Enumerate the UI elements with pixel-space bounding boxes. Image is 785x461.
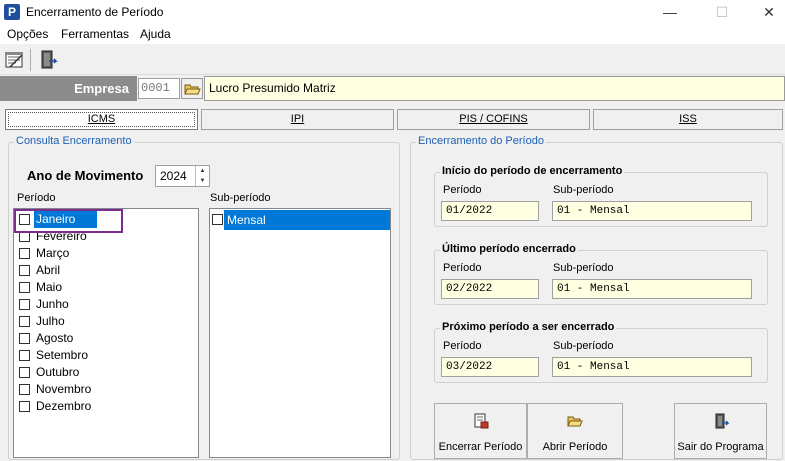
month-label: Outubro (36, 365, 79, 379)
ultimo-subperiodo-field: 01 - Mensal (552, 279, 752, 299)
spin-down-icon[interactable]: ▼ (195, 176, 209, 186)
checkbox[interactable] (19, 384, 30, 395)
empresa-label: Empresa (0, 76, 137, 101)
list-item[interactable]: Mensal (210, 210, 390, 230)
tab-ipi[interactable]: IPI (201, 109, 394, 130)
sair-programa-button[interactable]: Sair do Programa (674, 403, 767, 459)
list-item[interactable]: Março (14, 245, 198, 262)
checkbox[interactable] (19, 367, 30, 378)
ultimo-title: Último período encerrado (440, 243, 578, 255)
menu-ajuda[interactable]: Ajuda (140, 27, 171, 41)
list-item[interactable]: Dezembro (14, 398, 198, 415)
month-label: Julho (36, 314, 65, 328)
open-folder-icon (566, 412, 584, 430)
toolbar (0, 45, 785, 75)
checkbox[interactable] (19, 282, 30, 293)
subperiodo-label: Sub-período (553, 340, 614, 352)
subperiodo-label: Sub-período (210, 192, 271, 204)
sair-label: Sair do Programa (675, 441, 766, 453)
tab-iss[interactable]: ISS (593, 109, 783, 130)
ultimo-periodo-field: 02/2022 (441, 279, 539, 299)
exit-door-icon (712, 412, 730, 430)
list-item[interactable]: Agosto (14, 330, 198, 347)
empresa-name-field: Lucro Presumido Matriz (204, 76, 785, 101)
app-logo-icon: P (4, 4, 20, 20)
encerrar-label: Encerrar Período (435, 441, 526, 453)
title-bar: P Encerramento de Período — ☐ ✕ (0, 0, 785, 24)
ano-label: Ano de Movimento (27, 168, 143, 183)
proximo-periodo-field: 03/2022 (441, 357, 539, 377)
tab-icms[interactable]: ICMS (5, 109, 198, 130)
spin-up-icon[interactable]: ▲ (195, 166, 209, 176)
minimize-button[interactable]: — (647, 0, 693, 24)
periodo-list[interactable]: Janeiro Fevereiro Março Abril Maio Junho… (13, 208, 199, 458)
toolbar-separator (30, 49, 31, 71)
menu-opcoes[interactable]: Opções (7, 27, 48, 41)
empresa-code-field[interactable]: 0001 (138, 78, 180, 99)
close-period-icon (472, 412, 490, 430)
encerramento-legend: Encerramento do Período (416, 135, 546, 147)
tab-label: ISS (679, 113, 697, 125)
list-item[interactable]: Novembro (14, 381, 198, 398)
checkbox[interactable] (19, 299, 30, 310)
subperiod-label: Mensal (227, 213, 266, 227)
maximize-button[interactable]: ☐ (699, 0, 745, 24)
folder-open-icon[interactable] (181, 78, 203, 99)
tab-label: PIS / COFINS (459, 113, 527, 125)
abrir-periodo-button[interactable]: Abrir Período (527, 403, 623, 459)
focus-highlight (14, 209, 123, 233)
proximo-title: Próximo período a ser encerrado (440, 321, 616, 333)
checkbox[interactable] (19, 350, 30, 361)
list-item[interactable]: Julho (14, 313, 198, 330)
month-label: Junho (36, 297, 69, 311)
tab-pis-cofins[interactable]: PIS / COFINS (397, 109, 590, 130)
inicio-title: Início do período de encerramento (440, 165, 624, 177)
month-label: Março (36, 246, 69, 260)
encerrar-periodo-button[interactable]: Encerrar Período (434, 403, 527, 459)
checkbox[interactable] (19, 401, 30, 412)
subperiodo-label: Sub-período (553, 262, 614, 274)
list-item[interactable]: Junho (14, 296, 198, 313)
window-title: Encerramento de Período (26, 5, 163, 19)
subperiodo-label: Sub-período (553, 184, 614, 196)
checkbox[interactable] (19, 248, 30, 259)
menu-ferramentas[interactable]: Ferramentas (61, 27, 129, 41)
subperiodo-list[interactable]: Mensal (209, 208, 391, 458)
periodo-label: Período (443, 262, 482, 274)
notepad-icon[interactable] (2, 48, 26, 72)
inicio-periodo-field: 01/2022 (441, 201, 539, 221)
list-item[interactable]: Abril (14, 262, 198, 279)
checkbox[interactable] (212, 214, 223, 225)
periodo-label: Período (443, 340, 482, 352)
month-label: Dezembro (36, 399, 91, 413)
empresa-bar: Empresa 0001 Lucro Presumido Matriz (0, 76, 785, 101)
periodo-label: Período (443, 184, 482, 196)
list-item[interactable]: Outubro (14, 364, 198, 381)
month-label: Agosto (36, 331, 73, 345)
abrir-label: Abrir Período (528, 441, 622, 453)
tab-label: ICMS (88, 113, 116, 125)
inicio-subperiodo-field: 01 - Mensal (552, 201, 752, 221)
month-label: Novembro (36, 382, 91, 396)
tab-label: IPI (291, 113, 304, 125)
month-label: Setembro (36, 348, 88, 362)
menu-bar: Opções Ferramentas Ajuda (0, 24, 785, 44)
checkbox[interactable] (19, 265, 30, 276)
close-button[interactable]: ✕ (746, 0, 785, 24)
list-item[interactable]: Maio (14, 279, 198, 296)
checkbox[interactable] (19, 333, 30, 344)
consulta-legend: Consulta Encerramento (14, 135, 134, 147)
ano-spinner[interactable]: 2024 ▲ ▼ (155, 165, 210, 187)
checkbox[interactable] (19, 316, 30, 327)
month-label: Abril (36, 263, 60, 277)
list-item[interactable]: Setembro (14, 347, 198, 364)
proximo-subperiodo-field: 01 - Mensal (552, 357, 752, 377)
ano-value: 2024 (160, 169, 187, 183)
exit-door-icon[interactable] (36, 48, 60, 72)
periodo-label: Período (17, 192, 56, 204)
month-label: Maio (36, 280, 62, 294)
